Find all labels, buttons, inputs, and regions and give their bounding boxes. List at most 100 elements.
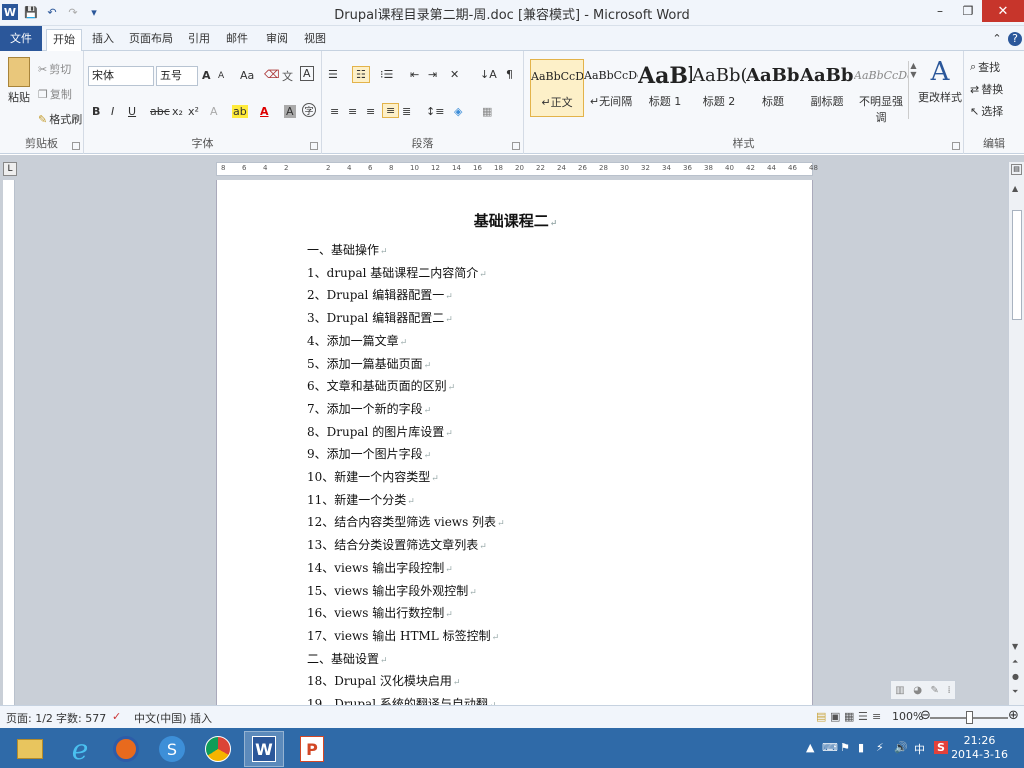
clock[interactable]: 21:26 2014-3-16 — [951, 734, 1008, 762]
tab-file[interactable]: 文件 — [0, 26, 42, 51]
line-spacing-icon[interactable]: ↕≡ — [426, 105, 444, 118]
web-layout-icon[interactable]: ▦ — [844, 710, 854, 723]
justify-icon[interactable]: ≡ — [382, 103, 400, 118]
style-heading-2[interactable]: AaBb(标题 2 — [692, 59, 746, 117]
tab-page-layout[interactable]: 页面布局 — [126, 29, 176, 50]
distributed-icon[interactable]: ≣ — [402, 105, 411, 118]
full-screen-reading-icon[interactable]: ▣ — [830, 710, 840, 723]
styles-launcher-icon[interactable] — [952, 142, 960, 150]
ruler-toggle-icon[interactable]: ▤ — [1011, 164, 1022, 175]
paste-button[interactable]: 粘贴 — [6, 57, 32, 105]
sort-icon[interactable]: ↓A — [480, 68, 497, 81]
change-styles-button[interactable]: A 更改样式 — [918, 57, 962, 105]
minimize-button[interactable]: – — [926, 0, 954, 22]
show-hidden-icons-icon[interactable]: ▲ — [806, 741, 814, 754]
search-app-icon[interactable]: S — [152, 731, 192, 767]
font-name-field[interactable]: 宋体 — [88, 66, 154, 86]
firefox-icon[interactable] — [106, 731, 146, 767]
zoom-in-icon[interactable]: ⊕ — [1008, 708, 1019, 723]
close-button[interactable]: ✕ — [982, 0, 1024, 22]
replace-button[interactable]: ⇄ 替换 — [970, 81, 1003, 97]
highlight-color-icon[interactable]: ab — [232, 105, 248, 118]
grid-icon[interactable]: ⁞ — [947, 685, 950, 696]
style-subtle-emphasis[interactable]: AaBbCcDc 不明显强调 — [854, 59, 908, 124]
align-right-icon[interactable]: ≡ — [366, 105, 375, 118]
powerpoint-icon[interactable]: P — [292, 731, 332, 767]
char-shading-icon[interactable]: A — [284, 105, 296, 118]
phonetic-guide-icon[interactable]: 文 — [282, 68, 293, 84]
draft-icon[interactable]: ≡ — [872, 710, 881, 723]
clipboard-launcher-icon[interactable] — [72, 142, 80, 150]
enclose-char-icon[interactable]: 字 — [302, 103, 316, 117]
align-left-icon[interactable]: ≡ — [330, 105, 339, 118]
underline-button[interactable]: U — [128, 105, 136, 118]
shading-icon[interactable]: ◈ — [454, 105, 462, 118]
bold-button[interactable]: B — [92, 105, 100, 118]
increase-indent-icon[interactable]: ⇥ — [428, 68, 437, 81]
print-layout-icon[interactable]: ▤ — [816, 710, 826, 723]
styles-scroll-icon[interactable]: ▲ ▼ — [908, 61, 918, 119]
word-logo-icon[interactable]: W — [2, 4, 18, 20]
redo-icon[interactable]: ↷ — [65, 4, 81, 20]
sogou-ime-icon[interactable]: S — [934, 741, 948, 754]
tab-insert[interactable]: 插入 — [88, 29, 118, 50]
superscript-button[interactable]: x² — [188, 105, 199, 118]
style-heading-1[interactable]: AaBl 标题 1 — [638, 59, 692, 117]
italic-button[interactable]: I — [111, 105, 114, 118]
help-question-icon[interactable]: ? — [1008, 32, 1022, 46]
paragraph-launcher-icon[interactable] — [512, 142, 520, 150]
scroll-up-arrow-icon[interactable]: ▲ — [1012, 184, 1018, 193]
browse-object-icon[interactable]: ● — [1012, 672, 1019, 681]
clear-format-icon[interactable]: ⌫ — [264, 68, 280, 81]
ime-indicator[interactable]: 中 — [914, 741, 925, 757]
strikethrough-button[interactable]: abc — [150, 105, 170, 118]
vertical-scrollbar[interactable]: ▤ ▲ ▼ ⏶ ● ⏷ — [1008, 162, 1024, 705]
zoom-level[interactable]: 100% — [892, 710, 923, 723]
numbering-icon[interactable]: ☷ — [352, 66, 370, 83]
help-icon[interactable]: ⌃ — [990, 29, 1004, 50]
char-border-icon[interactable]: A — [300, 66, 314, 81]
word-count[interactable]: 字数: 577 — [56, 710, 106, 726]
subscript-button[interactable]: x₂ — [172, 105, 183, 118]
proofing-icon[interactable]: ✓ — [112, 710, 121, 723]
horizontal-ruler[interactable]: 8 6 4 2 2 4 6 8 10 12 14 16 18 20 22 24 26 28 30 32 34 36 38 40… — [216, 162, 818, 176]
multilevel-list-icon[interactable]: ⁝☰ — [380, 68, 393, 81]
tab-view[interactable]: 视图 — [300, 29, 330, 50]
chrome-icon[interactable] — [198, 731, 238, 767]
insert-mode[interactable]: 插入 — [190, 710, 212, 726]
tab-mailings[interactable]: 邮件 — [222, 29, 252, 50]
font-color-icon[interactable]: A — [260, 105, 269, 118]
pen-icon[interactable]: ✎ — [931, 685, 939, 696]
change-case-button[interactable]: Aa — [240, 69, 254, 82]
format-painter-button[interactable]: ✎ 格式刷 — [38, 111, 82, 127]
page-count[interactable]: 页面: 1/2 — [6, 710, 53, 726]
next-page-icon[interactable]: ⏷ — [1012, 687, 1018, 697]
ink-icon[interactable]: ◕ — [913, 685, 922, 696]
customize-toolbar-icon[interactable]: ▾ — [86, 4, 102, 20]
internet-explorer-icon[interactable]: e — [60, 731, 100, 767]
tab-stop-selector[interactable]: L — [3, 162, 17, 176]
tab-review[interactable]: 审阅 — [262, 29, 292, 50]
show-marks-icon[interactable]: ¶ — [506, 68, 513, 81]
prev-page-icon[interactable]: ⏶ — [1012, 657, 1018, 667]
flag-icon[interactable]: ⚑ — [840, 741, 850, 754]
borders-icon[interactable]: ▦ — [482, 105, 492, 118]
power-icon[interactable]: ⚡ — [876, 741, 884, 754]
cut-button[interactable]: ✂ 剪切 — [38, 61, 71, 77]
language[interactable]: 中文(中国) — [134, 710, 187, 726]
vertical-scrollbar-thumb[interactable] — [1012, 210, 1022, 320]
zoom-out-icon[interactable]: ⊖ — [920, 708, 931, 723]
chinese-layout-icon[interactable]: ✕ — [450, 68, 459, 81]
font-launcher-icon[interactable] — [310, 142, 318, 150]
copy-button[interactable]: ❐ 复制 — [38, 86, 72, 102]
text-effect-icon[interactable]: A — [210, 105, 218, 118]
save-icon[interactable]: 💾 — [23, 4, 39, 20]
vertical-ruler[interactable] — [3, 180, 15, 705]
undo-icon[interactable]: ↶ — [44, 4, 60, 20]
decrease-indent-icon[interactable]: ⇤ — [410, 68, 419, 81]
read-mode-icon[interactable]: ▥ — [895, 685, 904, 696]
tab-home[interactable]: 开始 — [46, 29, 82, 52]
tab-references[interactable]: 引用 — [184, 29, 214, 50]
style-no-spacing[interactable]: AaBbCcDc ↵无间隔 — [584, 59, 638, 117]
outline-icon[interactable]: ☰ — [858, 710, 868, 723]
